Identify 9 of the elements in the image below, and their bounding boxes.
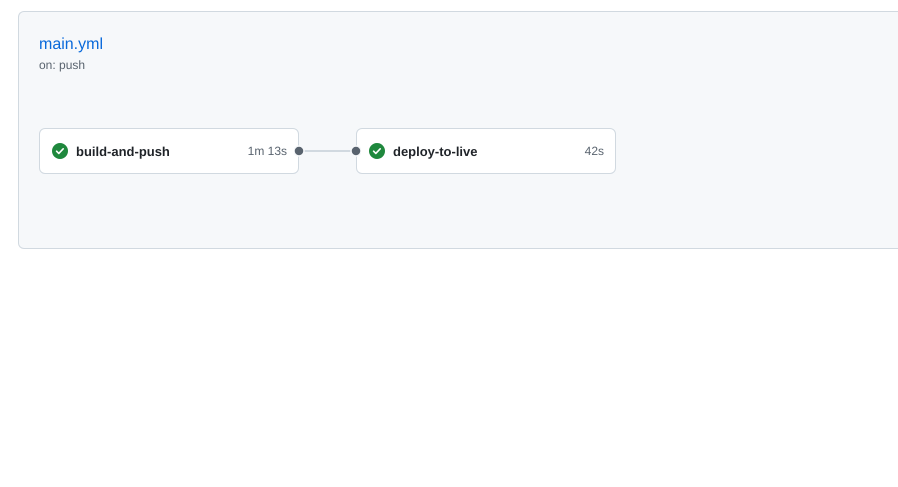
job-connector xyxy=(294,145,361,157)
job-card[interactable]: build-and-push 1m 13s xyxy=(39,128,299,174)
job-card[interactable]: deploy-to-live 42s xyxy=(356,128,616,174)
job-duration: 42s xyxy=(584,144,604,158)
workflow-title[interactable]: main.yml xyxy=(39,36,104,54)
job-name: build-and-push xyxy=(76,144,171,158)
job-name: deploy-to-live xyxy=(393,144,479,158)
workflow-trigger: on: push xyxy=(39,58,86,72)
job-duration: 1m 13s xyxy=(248,144,287,158)
